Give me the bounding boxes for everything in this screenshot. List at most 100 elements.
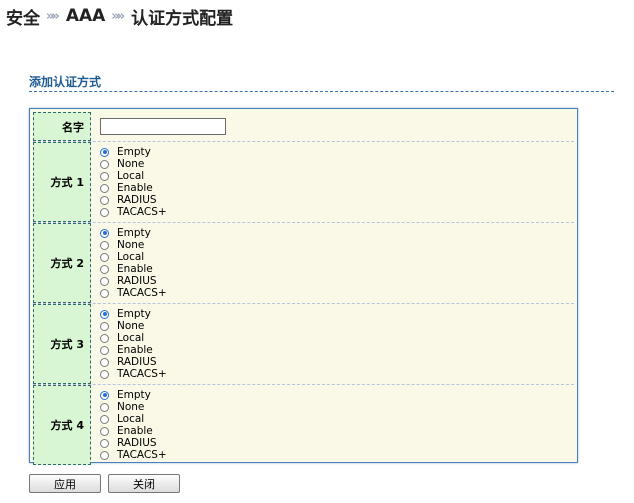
radio-option[interactable]: RADIUS — [100, 437, 574, 449]
radio-button-icon[interactable] — [100, 345, 109, 355]
radio-option[interactable]: RADIUS — [100, 275, 574, 287]
radio-option-label: Empty — [117, 389, 151, 401]
radio-button-icon[interactable] — [100, 195, 109, 205]
breadcrumb-separator-icon: »» — [46, 8, 60, 24]
radio-option-label: Local — [117, 332, 145, 344]
method-options: Empty None Local Enable RADIUS TACACS+ — [91, 304, 574, 384]
radio-button-icon[interactable] — [100, 159, 109, 169]
name-value-cell — [91, 112, 574, 141]
radio-button-icon[interactable] — [100, 390, 109, 400]
radio-option-label: TACACS+ — [117, 287, 167, 299]
radio-button-icon[interactable] — [100, 414, 109, 424]
methods-container: 方式 1 Empty None Local Enable RADIUS TACACS+ 方式 … — [33, 142, 574, 465]
radio-option-label: None — [117, 158, 145, 170]
radio-option-label: RADIUS — [117, 275, 157, 287]
radio-option[interactable]: Enable — [100, 344, 574, 356]
radio-button-icon[interactable] — [100, 309, 109, 319]
radio-option-label: RADIUS — [117, 356, 157, 368]
section-title: 添加认证方式 — [29, 75, 102, 89]
radio-button-icon[interactable] — [100, 369, 109, 379]
radio-option-label: None — [117, 401, 145, 413]
radio-option-label: Enable — [117, 263, 153, 275]
radio-option-label: Local — [117, 251, 145, 263]
breadcrumb-separator-icon: »» — [111, 8, 125, 24]
radio-option-label: None — [117, 320, 145, 332]
radio-option[interactable]: RADIUS — [100, 356, 574, 368]
radio-option[interactable]: TACACS+ — [100, 449, 574, 461]
radio-button-icon[interactable] — [100, 264, 109, 274]
breadcrumb: 安全 »» AAA »» 认证方式配置 — [6, 4, 234, 29]
radio-option[interactable]: Empty — [100, 389, 574, 401]
radio-option[interactable]: Empty — [100, 146, 574, 158]
breadcrumb-security[interactable]: 安全 — [6, 4, 40, 29]
method-row-2: 方式 2 Empty None Local Enable RADIUS TACACS+ — [33, 223, 574, 304]
name-input[interactable] — [100, 118, 226, 135]
radio-option-label: Local — [117, 170, 145, 182]
name-label: 名字 — [33, 112, 91, 141]
radio-option-label: TACACS+ — [117, 449, 167, 461]
section-divider — [29, 91, 614, 92]
radio-button-icon[interactable] — [100, 321, 109, 331]
radio-button-icon[interactable] — [100, 450, 109, 460]
radio-button-icon[interactable] — [100, 207, 109, 217]
radio-option-label: Enable — [117, 344, 153, 356]
radio-option[interactable]: Enable — [100, 182, 574, 194]
radio-option-label: Enable — [117, 425, 153, 437]
radio-button-icon[interactable] — [100, 183, 109, 193]
radio-option[interactable]: Local — [100, 251, 574, 263]
radio-button-icon[interactable] — [100, 426, 109, 436]
radio-option[interactable]: Empty — [100, 227, 574, 239]
method-label: 方式 1 — [33, 142, 91, 222]
apply-button[interactable]: 应用 — [29, 474, 101, 493]
auth-method-form: 名字 方式 1 Empty None Local Enable RADIUS TACACS+… — [29, 108, 578, 465]
radio-option[interactable]: Local — [100, 413, 574, 425]
radio-option-label: Local — [117, 413, 145, 425]
radio-button-icon[interactable] — [100, 252, 109, 262]
radio-button-icon[interactable] — [100, 276, 109, 286]
radio-option[interactable]: Local — [100, 170, 574, 182]
radio-button-icon[interactable] — [100, 402, 109, 412]
radio-option-label: None — [117, 239, 145, 251]
breadcrumb-aaa[interactable]: AAA — [66, 6, 105, 26]
radio-option[interactable]: Enable — [100, 263, 574, 275]
name-row: 名字 — [33, 112, 574, 142]
radio-option[interactable]: None — [100, 158, 574, 170]
radio-option[interactable]: Empty — [100, 308, 574, 320]
method-row-3: 方式 3 Empty None Local Enable RADIUS TACACS+ — [33, 304, 574, 385]
method-row-1: 方式 1 Empty None Local Enable RADIUS TACACS+ — [33, 142, 574, 223]
radio-option[interactable]: TACACS+ — [100, 206, 574, 218]
method-options: Empty None Local Enable RADIUS TACACS+ — [91, 142, 574, 222]
radio-option-label: TACACS+ — [117, 368, 167, 380]
radio-option[interactable]: TACACS+ — [100, 368, 574, 380]
page-title: 认证方式配置 — [131, 8, 234, 29]
radio-button-icon[interactable] — [100, 288, 109, 298]
radio-option-label: Empty — [117, 308, 151, 320]
radio-option-label: Empty — [117, 227, 151, 239]
radio-button-icon[interactable] — [100, 171, 109, 181]
method-label: 方式 3 — [33, 304, 91, 384]
radio-option[interactable]: None — [100, 239, 574, 251]
method-label: 方式 4 — [33, 385, 91, 465]
radio-option[interactable]: None — [100, 320, 574, 332]
method-row-4: 方式 4 Empty None Local Enable RADIUS TACACS+ — [33, 385, 574, 465]
radio-button-icon[interactable] — [100, 438, 109, 448]
radio-option-label: RADIUS — [117, 194, 157, 206]
radio-option-label: Enable — [117, 182, 153, 194]
method-label: 方式 2 — [33, 223, 91, 303]
radio-option[interactable]: TACACS+ — [100, 287, 574, 299]
radio-button-icon[interactable] — [100, 333, 109, 343]
radio-option[interactable]: Local — [100, 332, 574, 344]
radio-option-label: TACACS+ — [117, 206, 167, 218]
method-options: Empty None Local Enable RADIUS TACACS+ — [91, 385, 574, 465]
radio-button-icon[interactable] — [100, 240, 109, 250]
radio-button-icon[interactable] — [100, 357, 109, 367]
radio-button-icon[interactable] — [100, 147, 109, 157]
radio-button-icon[interactable] — [100, 228, 109, 238]
close-button[interactable]: 关闭 — [108, 474, 180, 493]
radio-option-label: Empty — [117, 146, 151, 158]
method-options: Empty None Local Enable RADIUS TACACS+ — [91, 223, 574, 303]
radio-option[interactable]: RADIUS — [100, 194, 574, 206]
radio-option-label: RADIUS — [117, 437, 157, 449]
radio-option[interactable]: Enable — [100, 425, 574, 437]
radio-option[interactable]: None — [100, 401, 574, 413]
